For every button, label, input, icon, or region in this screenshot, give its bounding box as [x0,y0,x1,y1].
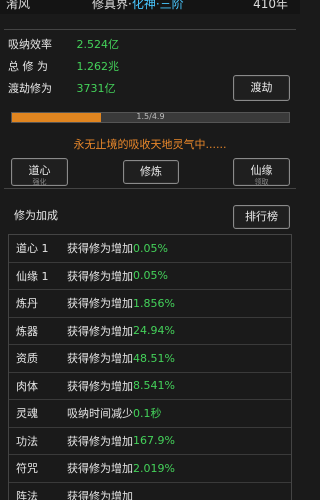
cultivation-progress-bar: 1.5/4.9 [11,112,290,123]
stat-value: 1.262兆 [76,60,120,73]
bonus-row: 道心 1 获得修为增加 0.05% [9,235,291,263]
xianyuan-button-sub: 领取 [254,178,269,186]
bonus-desc: 获得修为增加 [67,434,133,448]
bonus-desc: 获得修为增加 [67,242,133,256]
stat-label: 总 修 为 [8,60,48,73]
player-name: 淆风 [6,0,31,11]
bonus-value: 24.94% [133,324,175,338]
daoxin-button-label: 道心 [28,164,51,177]
bonus-row: 灵魂 吸纳时间减少 0.1秒 [9,400,291,428]
bonus-name: 符咒 [16,462,38,476]
progress-text: 1.5/4.9 [136,112,165,121]
stat-label: 吸纳效率 [8,38,52,51]
realm-label: 修真界·化神·三阶 [92,0,184,12]
bonus-value: 0.1秒 [133,407,162,421]
bonus-value: 1.856% [133,296,175,310]
bonus-section-title: 修为加成 [14,209,58,222]
bonus-name: 肉体 [16,379,38,393]
tribulation-button[interactable]: 渡劫 [233,75,290,101]
leaderboard-button[interactable]: 排行榜 [233,205,290,229]
bonus-name: 灵魂 [16,407,38,421]
bonus-name: 仙缘 1 [16,269,49,283]
bonus-row: 仙缘 1 获得修为增加 0.05% [9,263,291,290]
top-bar: 淆风 修真界·化神·三阶 410年 [0,0,300,14]
bonus-desc: 吸纳时间减少 [67,407,133,421]
bonus-row: 功法 获得修为增加 167.9% [9,428,291,455]
realm-main: 修真界· [92,0,132,11]
cultivate-button[interactable]: 修炼 [123,160,179,184]
bonus-desc: 获得修为增加 [67,352,133,366]
bonus-value: 0.05% [133,241,168,255]
stat-value: 2.524亿 [76,38,120,51]
bonus-desc: 获得修为增加 [67,324,133,338]
bonus-desc: 获得修为增加 [67,297,133,311]
stat-total-cultivation: 总 修 为 1.262兆 [8,58,119,74]
bonus-desc: 获得修为增加 [67,379,133,393]
daoxin-button[interactable]: 道心 强化 [11,158,68,186]
bonus-desc: 获得修为增加 [67,462,133,476]
stat-tribulation: 渡劫修为 3731亿 [8,80,116,96]
bonus-value: 48.51% [133,351,175,365]
bonus-value: 2.019% [133,461,175,475]
bonus-row: 资质 获得修为增加 48.51% [9,345,291,373]
xianyuan-button-label: 仙缘 [250,164,273,177]
bonus-desc: 获得修为增加 [67,269,133,283]
bonus-name: 炼丹 [16,297,38,311]
bonus-row: 阵法 获得修为增加 [9,483,291,500]
stat-absorb-rate: 吸纳效率 2.524亿 [8,36,119,52]
status-tip: 永无止境的吸收天地灵气中...... [73,138,227,151]
bonus-value: 0.05% [133,269,168,283]
bonus-name: 阵法 [16,489,38,500]
bonus-name: 功法 [16,434,38,448]
bonus-value: 8.541% [133,379,175,393]
bonus-name: 道心 1 [16,242,49,256]
bonus-name: 资质 [16,352,38,366]
daoxin-button-sub: 强化 [32,178,47,186]
year-label: 410年 [253,0,288,11]
realm-sub: 化神·三阶 [131,0,184,11]
bonus-row: 符咒 获得修为增加 2.019% [9,455,291,483]
xianyuan-button[interactable]: 仙缘 领取 [233,158,290,186]
stat-value: 3731亿 [76,82,116,95]
bonus-list: 道心 1 获得修为增加 0.05% 仙缘 1 获得修为增加 0.05% 炼丹 获得修为增加… [8,234,292,500]
stat-label: 渡劫修为 [8,82,52,95]
bonus-value: 167.9% [133,434,175,448]
bonus-name: 炼器 [16,324,38,338]
bonus-row: 炼器 获得修为增加 24.94% [9,318,291,345]
bonus-row: 炼丹 获得修为增加 1.856% [9,290,291,318]
bonus-row: 肉体 获得修为增加 8.541% [9,373,291,400]
bonus-desc: 获得修为增加 [67,489,133,500]
